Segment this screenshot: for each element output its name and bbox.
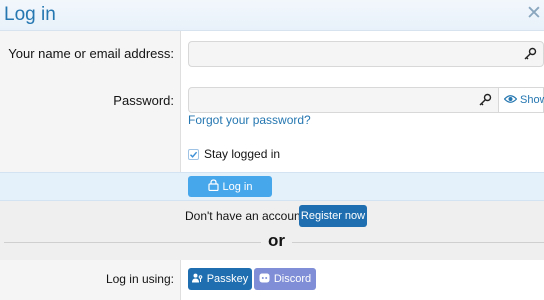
dialog-title: Log in — [4, 4, 56, 25]
dialog-header: Log in ✕ — [0, 0, 544, 31]
login-using-label: Log in using: — [105, 272, 174, 286]
forgot-password-link[interactable]: Forgot your password? — [188, 113, 311, 127]
discord-label: Discord — [273, 273, 312, 285]
key-icon — [477, 92, 493, 108]
close-icon[interactable]: ✕ — [526, 4, 542, 24]
passkey-label: Passkey — [206, 273, 249, 285]
login-button-label: Log in — [222, 180, 253, 193]
username-label: Your name or email address: — [8, 46, 174, 61]
password-label: Password: — [113, 93, 174, 108]
login-button[interactable]: Log in — [188, 176, 272, 197]
passkey-button[interactable]: Passkey — [188, 268, 252, 290]
lock-icon — [207, 179, 219, 194]
key-icon — [522, 46, 538, 62]
register-now-button[interactable]: Register now — [299, 205, 367, 227]
check-icon — [190, 151, 198, 158]
submit-row — [0, 172, 544, 201]
password-field[interactable] — [188, 87, 499, 113]
show-password-button[interactable]: Show — [499, 87, 544, 113]
or-separator: or — [261, 231, 292, 251]
discord-icon — [259, 273, 270, 286]
show-label: Show — [520, 94, 544, 106]
no-account-text: Don't have an account? — [185, 209, 311, 223]
stay-logged-in-label: Stay logged in — [204, 147, 281, 161]
stay-logged-in-checkbox[interactable] — [188, 149, 199, 160]
username-field[interactable] — [188, 41, 544, 67]
passkey-icon — [191, 273, 203, 286]
eye-icon — [503, 94, 518, 107]
discord-button[interactable]: Discord — [254, 268, 316, 290]
